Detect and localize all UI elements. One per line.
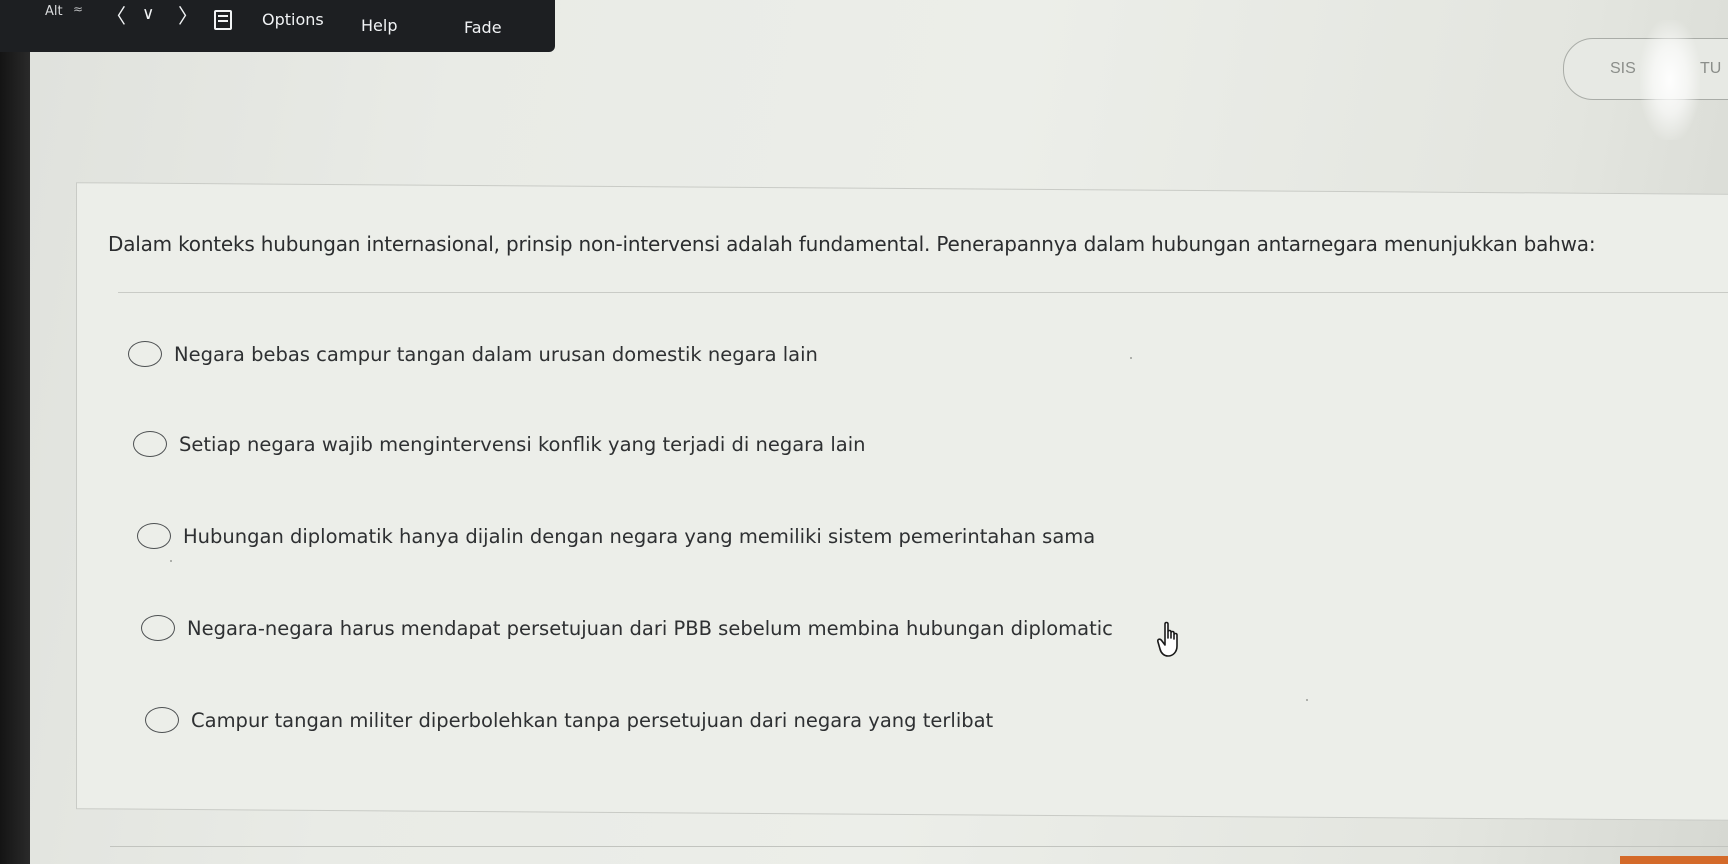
radio-button-icon[interactable]	[141, 615, 175, 641]
options-menu[interactable]: Options	[262, 10, 324, 29]
answer-option-label: Hubungan diplomatik hanya dijalin dengan…	[183, 524, 1096, 548]
answer-option-2[interactable]: Setiap negara wajib mengintervensi konfl…	[133, 426, 865, 462]
screen-bezel	[0, 0, 30, 864]
radio-button-icon[interactable]	[128, 341, 162, 367]
hand-pointer-icon	[1157, 621, 1178, 657]
header-pill-label: SIS	[1610, 60, 1636, 77]
forward-icon[interactable]: 〉	[178, 6, 198, 26]
answer-option-5[interactable]: Campur tangan militer diperbolehkan tanp…	[145, 702, 993, 738]
screen-speck	[1130, 357, 1132, 359]
screen-glare	[1640, 20, 1700, 140]
answer-option-label: Campur tangan militer diperbolehkan tanp…	[191, 708, 994, 732]
help-menu[interactable]: Help	[361, 16, 397, 35]
screen-speck	[170, 560, 172, 562]
answer-option-label: Negara bebas campur tangan dalam urusan …	[174, 342, 818, 366]
accent-bar	[1620, 856, 1728, 864]
header-pill-label-right: TU	[1700, 60, 1722, 77]
answer-option-4[interactable]: Negara-negara harus mendapat persetujuan…	[141, 610, 1113, 646]
alt-label: Alt	[45, 4, 63, 19]
radio-button-icon[interactable]	[133, 431, 167, 457]
answer-option-label: Negara-negara harus mendapat persetujuan…	[187, 616, 1113, 640]
screen-speck	[1306, 699, 1308, 701]
document-icon[interactable]	[214, 10, 232, 30]
screen: Alt ≈ 〈 ∨ 〉 Options Help Fade SIS TU Dal…	[0, 0, 1728, 864]
answer-option-label: Setiap negara wajib mengintervensi konfl…	[179, 432, 866, 456]
answer-option-1[interactable]: Negara bebas campur tangan dalam urusan …	[128, 336, 818, 372]
answer-option-3[interactable]: Hubungan diplomatik hanya dijalin dengan…	[137, 518, 1095, 554]
radio-button-icon[interactable]	[145, 707, 179, 733]
chevron-down-icon[interactable]: ∨	[142, 4, 154, 24]
tilde-icon: ≈	[73, 2, 84, 16]
question-divider	[118, 292, 1728, 293]
top-toolbar: Alt ≈ 〈 ∨ 〉 Options Help Fade	[0, 0, 555, 52]
question-text: Dalam konteks hubungan internasional, pr…	[108, 232, 1596, 256]
back-icon[interactable]: 〈	[106, 6, 126, 26]
footer-divider	[110, 846, 1728, 847]
fade-menu[interactable]: Fade	[464, 18, 502, 37]
radio-button-icon[interactable]	[137, 523, 171, 549]
